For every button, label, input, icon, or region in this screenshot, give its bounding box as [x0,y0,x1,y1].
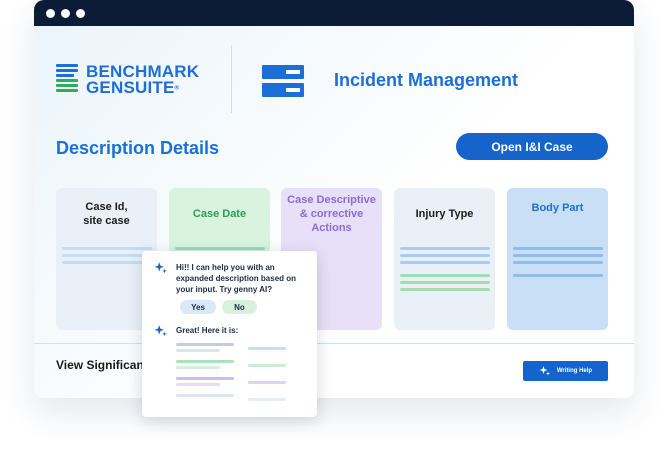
page-title: Incident Management [334,70,519,90]
no-button[interactable]: No [222,300,257,314]
ai-message: Hi!! I can help you with an expanded des… [176,263,297,294]
ai-response: Great! Here it is: [176,326,239,335]
logo-line-2: GENSUITE® [86,78,199,97]
card-title: Case Date [192,208,247,220]
section-title: Description Details [56,138,220,158]
section-divider [34,343,634,344]
card-injury-type[interactable]: Injury Type [394,188,495,330]
writing-help-label: Writing Help [556,368,593,374]
genny-ai-popup: Hi!! I can help you with an expanded des… [142,251,317,417]
card-title: Body Part [531,202,584,214]
logo-wordmark: BENCHMARK GENSUITE® [86,63,199,97]
window-dot-2[interactable] [61,9,70,18]
card-body-part[interactable]: Body Part [507,188,608,330]
incident-management-icon [262,65,304,97]
window-dot-3[interactable] [76,9,85,18]
card-title: Injury Type [415,208,474,220]
logo-registered-mark: ® [174,85,180,92]
sparkle-icon [539,366,550,376]
app-window: BENCHMARK GENSUITE® Incident Management … [34,0,634,398]
sparkle-icon [154,325,167,337]
card-title: Case Descriptive & corrective Actions [287,194,376,234]
open-case-button[interactable]: Open I&I Case [456,133,608,160]
window-titlebar [34,0,634,26]
view-significant-label[interactable]: View Significant [56,358,148,372]
card-title: Case Id, site case [83,201,130,227]
window-dot-1[interactable] [46,9,55,18]
header-divider [231,45,232,113]
yes-button[interactable]: Yes [180,300,216,314]
writing-help-button[interactable]: Writing Help [523,361,608,381]
logo-line-2-text: GENSUITE [86,78,175,97]
sparkle-icon [154,262,167,274]
logo-mark-icon [56,64,78,96]
